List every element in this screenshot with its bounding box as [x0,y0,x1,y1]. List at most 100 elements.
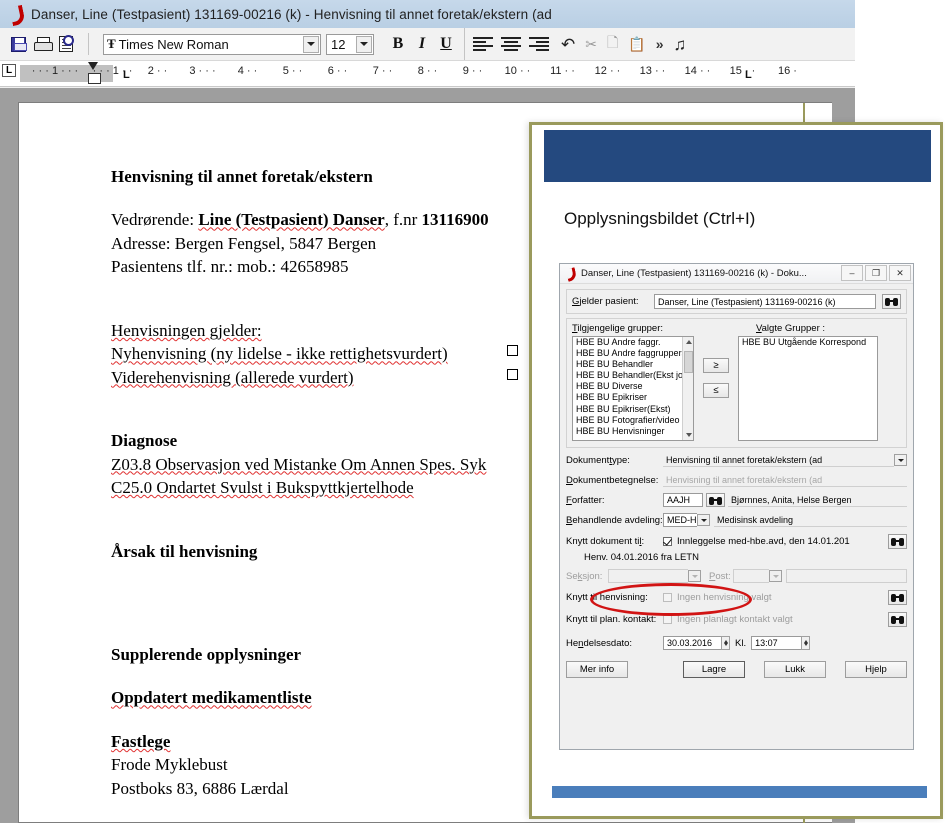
print-preview-button[interactable] [54,32,78,56]
save-button[interactable] [6,32,30,56]
dokumentbetegnelse-field: Henvisning til annet foretak/ekstern (ad [663,473,907,487]
underline-button[interactable]: U [434,35,458,53]
groups-group: Tilgjengelige grupper: Valgte Grupper : … [566,318,907,448]
knytt-plan-kontakt-checkbox [663,615,672,624]
patient-group: Gjelder pasient: Danser, Line (Testpasie… [566,289,907,314]
dokumenttype-field[interactable]: Henvisning til annet foretak/ekstern (ad [663,453,894,467]
chevron-down-icon[interactable] [697,514,710,526]
knytt-plan-kontakt-search-button[interactable] [888,612,907,627]
list-item[interactable]: HBE BU Diverse [573,381,693,392]
opplysningsbildet-overlay-panel: Opplysningsbildet (Ctrl+I) Danser, Line … [529,122,943,819]
close-button[interactable]: ✕ [889,265,911,281]
scrollbar-thumb[interactable] [684,351,693,373]
align-center-icon[interactable] [501,37,521,51]
avdeling-row: Behandlende avdeling: MED-H Medisinsk av… [566,513,907,527]
checkbox-further-referral[interactable] [507,368,518,380]
list-item[interactable]: HBE BU Henvisninger [573,426,693,437]
font-group: Ŧ Times New Roman 12 [93,28,380,60]
scroll-down-icon[interactable] [683,430,693,440]
bold-button[interactable]: B [386,35,410,53]
undo-icon[interactable]: ↶ [561,36,575,53]
list-item[interactable]: HBE BU Epikriser [573,392,693,403]
overlay-caption: Opplysningsbildet (Ctrl+I) [564,209,756,228]
avdeling-code-field[interactable]: MED-H [663,513,697,527]
binoculars-search-icon [891,593,904,602]
knytt-henvisning-search-button[interactable] [888,590,907,605]
available-groups-listbox[interactable]: HBE BU Andre faggr. HBE BU Andre faggrup… [572,336,694,441]
fnr-label: , f.nr [384,210,422,230]
chevron-down-icon[interactable] [894,454,907,466]
add-group-button[interactable]: ≥ [703,358,729,373]
patient-search-button[interactable] [882,294,901,309]
align-left-icon[interactable] [473,37,493,51]
forfatter-search-button[interactable] [706,493,725,507]
save-floppy-icon [10,36,27,52]
overlay-header-banner [544,130,931,182]
print-button[interactable] [30,32,54,56]
scroll-up-icon[interactable] [683,337,693,347]
ruler-face: · · · 1 · · · · · · 1 · · 2 · · 3 · · · 4 · … [20,65,855,83]
doc-option-further-label: Viderehenvisning (allerede vurdert) [111,367,354,387]
list-item[interactable]: HBE BU Utgående Korrespond [739,337,877,348]
kl-label: Kl. [735,637,747,649]
tab-type-selector[interactable]: L [2,64,16,77]
groups-body-row: HBE BU Andre faggr. HBE BU Andre faggrup… [572,336,901,441]
minimize-button[interactable]: – [841,265,863,281]
list-item[interactable]: HBE BU Andre faggruppers [573,348,693,359]
transfer-buttons: ≥ ≤ [703,358,729,398]
knytt-dokument-second-row: Henv. 04.01.2016 fra LETN [584,552,907,563]
list-item[interactable]: HBE BU Behandler(Ekst jou. [573,370,693,381]
seksjon-post-row: Seksjon: Post: [566,569,907,583]
knytt-dokument-search-button[interactable] [888,534,907,549]
knytt-plan-kontakt-row: Knytt til plan. kontakt: Ingen planlagt … [566,612,907,627]
binoculars-search-icon [891,537,904,546]
paste-clipboard-icon: 📋 [628,35,646,52]
remove-group-button[interactable]: ≤ [703,383,729,398]
dokumenttype-row: Dokumenttype: Henvisning til annet foret… [566,453,907,467]
list-item[interactable]: HBE BU Epikriser(Ekst) [573,404,693,415]
dokumentopplysninger-dialog[interactable]: Danser, Line (Testpasient) 131169-00216 … [559,263,914,750]
forfatter-code-field[interactable]: AAJH [663,493,703,507]
lukk-button[interactable]: Lukk [764,661,826,678]
binoculars-search-icon [709,496,722,505]
hendelsesdato-stepper[interactable] [721,636,730,650]
list-item[interactable]: HBE BU Andre faggr. [573,337,693,348]
italic-button[interactable]: I [410,35,434,53]
dokumentbetegnelse-row: Dokumentbetegnelse: Henvisning til annet… [566,473,907,487]
patient-name: Line (Testpasient) Danser [198,210,385,230]
dokumentbetegnelse-label: Dokumentbetegnelse: [566,474,659,486]
checkbox-new-referral[interactable] [507,345,518,357]
list-item[interactable]: HBE BU Behandler [573,359,693,370]
list-item[interactable]: HBE BU Fotografier/video [573,415,693,426]
font-name-combobox[interactable]: Ŧ Times New Roman [103,33,321,55]
chevron-down-icon [688,570,701,582]
hjelp-button[interactable]: Hjelp [845,661,907,678]
more-commands-button[interactable]: » [656,36,664,52]
kl-stepper[interactable] [801,636,811,650]
font-size-value: 12 [331,36,346,52]
kl-field[interactable]: 13:07 [751,636,802,650]
dialog-button-row: Mer info Lagre Lukk Hjelp [566,661,907,678]
font-size-combobox[interactable]: 12 [326,33,374,55]
patient-field[interactable]: Danser, Line (Testpasient) 131169-00216 … [654,294,876,309]
forfatter-row: Forfatter: AAJH Bjørnnes, Anita, Helse B… [566,493,907,507]
align-right-icon[interactable] [529,37,549,51]
binoculars-search-icon [885,297,898,306]
listbox-scrollbar[interactable] [682,337,693,440]
maximize-button[interactable]: ❐ [865,265,887,281]
chevron-down-icon[interactable] [303,35,319,53]
print-preview-icon [59,35,74,52]
speech-dictate-icon[interactable]: ♫ [673,36,686,53]
vedrorende-label: Vedrørende: [111,210,199,230]
toolbar-divider [88,33,89,55]
chevron-down-icon[interactable] [356,35,372,53]
editor-title-text: Danser, Line (Testpasient) 131169-00216 … [31,6,552,22]
indent-marker[interactable] [88,62,101,84]
knytt-henvisning-value: Ingen henvisning valgt [677,592,772,603]
hendelsesdato-field[interactable]: 30.03.2016 [663,636,721,650]
lagre-button[interactable]: Lagre [683,661,745,678]
knytt-dokument-checkbox[interactable] [663,537,672,546]
editor-ruler[interactable]: L · · · 1 · · · · · · 1 · · 2 · · 3 · · · 4 … [0,61,855,87]
mer-info-button[interactable]: Mer info [566,661,628,678]
selected-groups-listbox[interactable]: HBE BU Utgående Korrespond [738,336,878,441]
